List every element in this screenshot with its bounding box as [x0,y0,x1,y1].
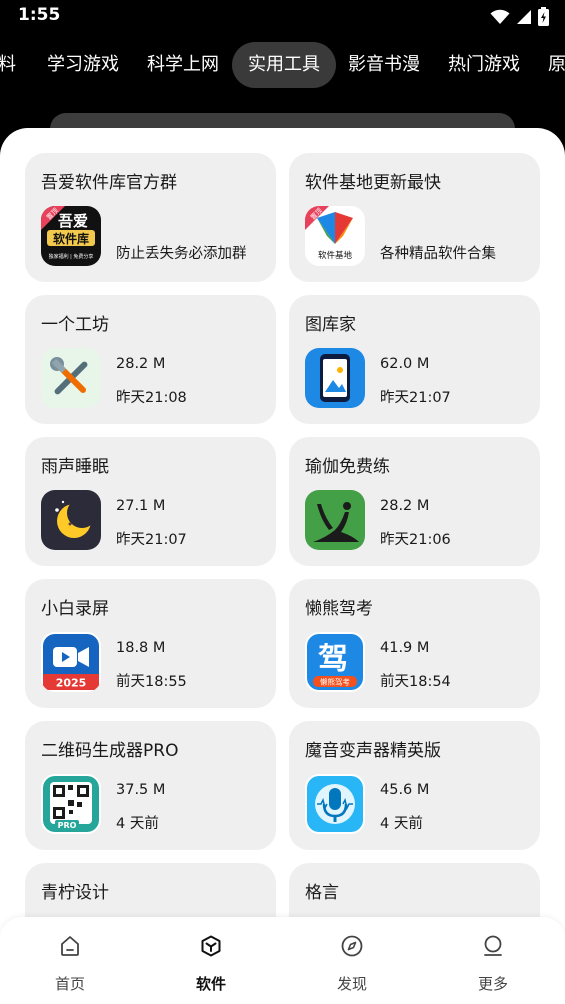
app-name: 格言 [305,883,339,903]
app-name: 吾爱软件库官方群 [41,173,177,193]
tab-hot-games[interactable]: 热门游戏 [448,42,520,88]
app-size: 28.2 M [116,356,166,372]
tab-media-books[interactable]: 影音书漫 [348,42,420,88]
tab-partial-left[interactable]: 料 [0,42,16,88]
app-updated-time: 前天18:54 [380,674,451,690]
app-card[interactable]: 图库家 62.0 M 昨天21:07 [289,295,540,424]
person-icon [484,935,502,956]
bottom-navigation: 首页 软件 发现 更多 [0,917,565,1004]
app-updated-time: 昨天21:07 [380,390,451,406]
yoga-icon [305,490,365,550]
microphone-icon [305,774,365,834]
app-name: 魔音变声器精英版 [305,741,441,761]
tab-practical-tools[interactable]: 实用工具 [232,42,336,88]
app-card[interactable]: 软件基地更新最快 软件基地 置顶 各种精品软件合集 [289,153,540,282]
app-name: 软件基地更新最快 [305,173,441,193]
tab-learning-games[interactable]: 学习游戏 [47,42,119,88]
app-card[interactable]: 小白录屏 2025 18.8 M 前天18:55 [25,579,276,708]
drive-character: 驾 [318,642,348,677]
app-card[interactable]: 懒熊驾考 驾 懒熊驾考 41.9 M 前天18:54 [289,579,540,708]
app-card[interactable]: 一个工坊 28.2 M 昨天21:08 [25,295,276,424]
tab-partial-right[interactable]: 原 [548,42,565,88]
app-description: 防止丢失务必添加群 [116,246,247,262]
app-card[interactable]: 瑜伽免费练 28.2 M 昨天21:06 [289,437,540,566]
app-size: 62.0 M [380,356,430,372]
tab-science-internet[interactable]: 科学上网 [147,42,219,88]
software-base-logo-text: 软件基地 [318,250,353,261]
app-name: 雨声睡眠 [41,457,109,477]
nav-more[interactable]: 更多 [443,917,543,1004]
status-bar: 1:55 [0,0,565,32]
wuai-software-icon: 吾爱 软件库 独家福利 | 免费分享 置顶 [41,206,101,266]
compass-icon [341,935,363,957]
cube-icon [201,935,221,957]
app-card[interactable]: 二维码生成器PRO PRO 37.5 M 4 天前 [25,721,276,850]
app-size: 41.9 M [380,640,430,656]
app-updated-time: 4 天前 [380,816,423,832]
home-icon [61,936,79,956]
moon-icon [41,490,101,550]
status-time: 1:55 [18,5,61,25]
app-size: 27.1 M [116,498,166,514]
nav-label: 发现 [336,975,367,993]
signal-icon [517,9,531,24]
nav-software[interactable]: 软件 [161,917,261,1004]
app-size: 37.5 M [116,782,166,798]
wuai-logo-subtext: 软件库 [53,231,89,246]
nav-label: 首页 [54,975,85,993]
video-camera-icon: 2025 [41,632,101,692]
app-name: 瑜伽免费练 [305,457,390,477]
app-updated-time: 前天18:55 [116,674,187,690]
driving-exam-icon: 驾 懒熊驾考 [305,632,365,692]
qr-code-icon: PRO [41,774,101,834]
app-name: 二维码生成器PRO [41,741,179,761]
app-size: 28.2 M [380,498,430,514]
battery-icon [538,7,549,26]
status-icons [490,7,549,26]
app-card[interactable]: 雨声睡眠 27.1 M 昨天21:07 [25,437,276,566]
app-description: 各种精品软件合集 [380,246,496,262]
app-list-sheet: 吾爱软件库官方群 吾爱 软件库 独家福利 | 免费分享 置顶 防止丢失务必添加群… [0,128,565,1004]
app-card[interactable]: 魔音变声器精英版 45.6 M 4 天前 [289,721,540,850]
wifi-icon [490,9,510,24]
app-updated-time: 昨天21:07 [116,532,187,548]
app-name: 一个工坊 [41,315,109,335]
nav-discover[interactable]: 发现 [302,917,402,1004]
app-updated-time: 昨天21:06 [380,532,451,548]
app-name: 小白录屏 [41,599,109,619]
pro-label: PRO [58,821,77,830]
nav-label: 更多 [477,975,508,993]
wuai-logo-text: 吾爱 [58,212,88,230]
nav-home[interactable]: 首页 [20,917,120,1004]
category-tabs: 料 学习游戏 科学上网 实用工具 影音书漫 热门游戏 原 [0,42,565,88]
driving-exam-caption: 懒熊驾考 [320,677,350,687]
year-label: 2025 [56,677,87,690]
nav-label: 软件 [195,975,226,993]
app-updated-time: 昨天21:08 [116,390,187,406]
tools-icon [41,348,101,408]
app-name: 懒熊驾考 [305,599,373,619]
app-size: 45.6 M [380,782,430,798]
app-name: 青柠设计 [41,883,109,903]
app-card[interactable]: 吾爱软件库官方群 吾爱 软件库 独家福利 | 免费分享 置顶 防止丢失务必添加群 [25,153,276,282]
gallery-phone-icon [305,348,365,408]
app-size: 18.8 M [116,640,166,656]
software-base-icon: 软件基地 置顶 [305,206,365,266]
wuai-logo-caption: 独家福利 | 免费分享 [49,253,94,260]
app-name: 图库家 [305,315,356,335]
app-updated-time: 4 天前 [116,816,159,832]
